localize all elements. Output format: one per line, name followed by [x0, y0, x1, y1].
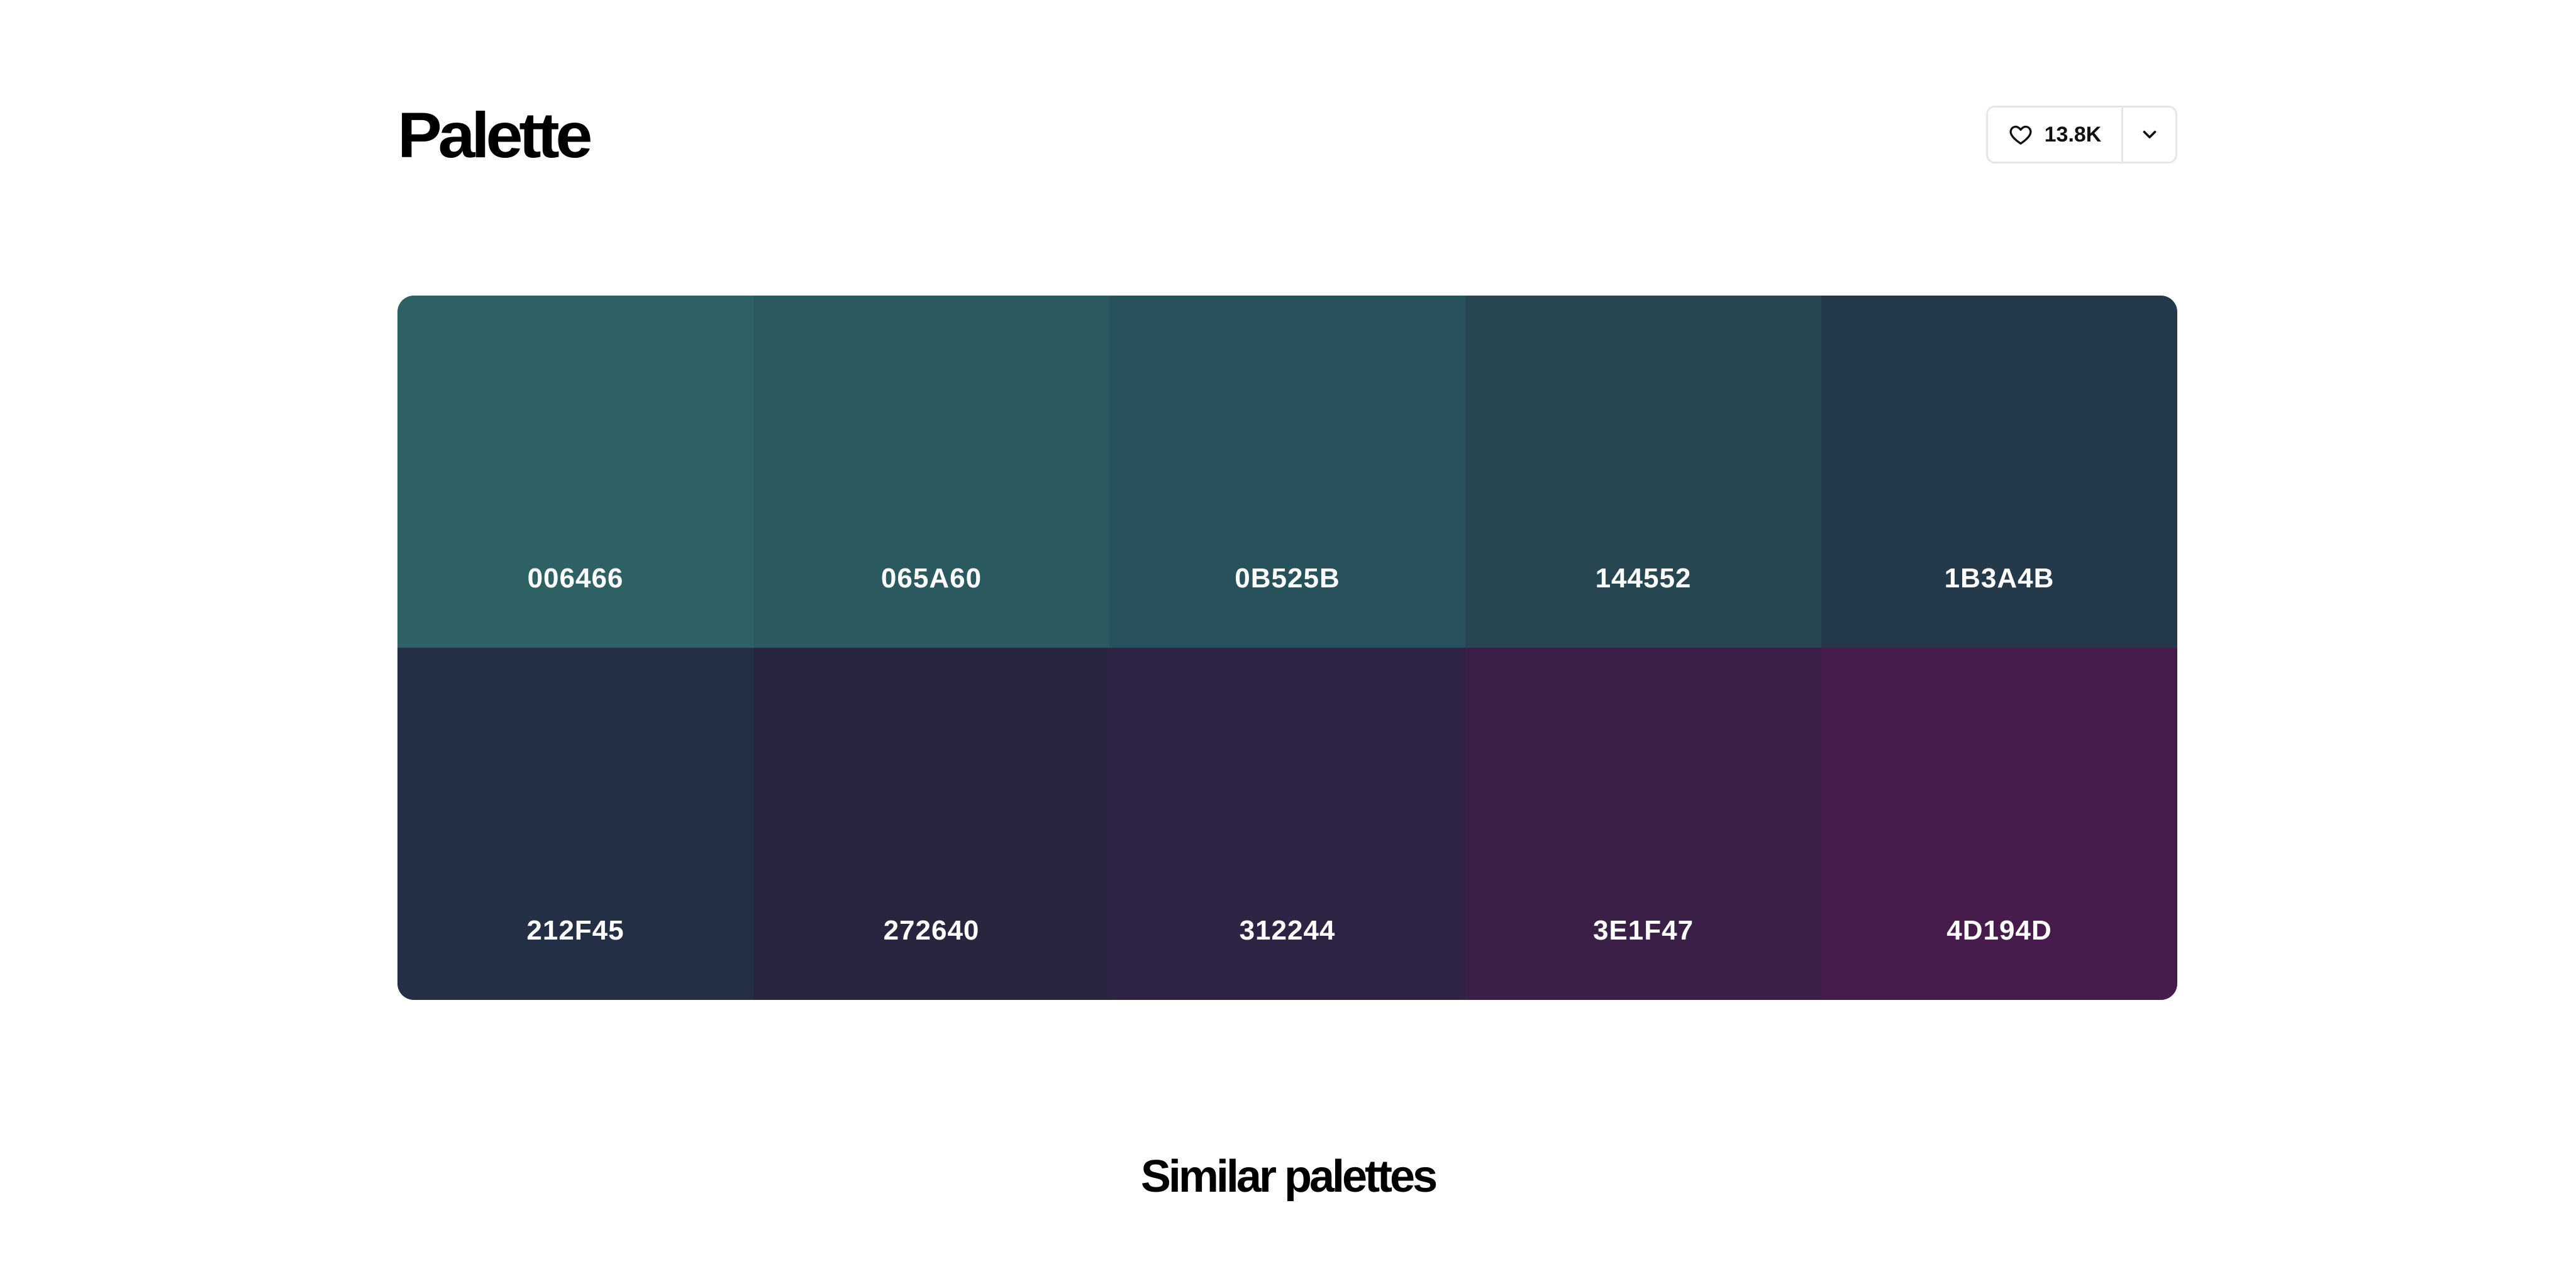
- like-button-group: 13.8K: [1986, 106, 2177, 164]
- color-swatch[interactable]: 0B525B: [1109, 296, 1465, 648]
- swatch-hex-label: 212F45: [526, 915, 625, 946]
- color-swatch[interactable]: 144552: [1465, 296, 1821, 648]
- color-swatch[interactable]: 4D194D: [1821, 648, 2177, 1000]
- color-swatch[interactable]: 212F45: [397, 648, 753, 1000]
- swatch-hex-label: 312244: [1239, 915, 1336, 946]
- swatch-hex-label: 065A60: [880, 563, 982, 594]
- swatch-hex-label: 4D194D: [1946, 915, 2052, 946]
- color-swatch[interactable]: 272640: [753, 648, 1109, 1000]
- swatch-hex-label: 144552: [1595, 563, 1692, 594]
- color-swatch[interactable]: 006466: [397, 296, 753, 648]
- chevron-down-icon: [2139, 124, 2160, 145]
- more-options-button[interactable]: [2123, 108, 2175, 162]
- swatch-hex-label: 0B525B: [1235, 563, 1340, 594]
- color-swatch[interactable]: 1B3A4B: [1821, 296, 2177, 648]
- swatch-hex-label: 1B3A4B: [1944, 563, 2055, 594]
- like-count: 13.8K: [2044, 123, 2102, 147]
- heart-icon: [2008, 122, 2033, 147]
- swatch-hex-label: 3E1F47: [1592, 915, 1694, 946]
- color-swatch[interactable]: 3E1F47: [1465, 648, 1821, 1000]
- swatch-hex-label: 272640: [883, 915, 980, 946]
- palette-grid: 006466 065A60 0B525B 144552 1B3A4B 212F4…: [397, 296, 2177, 1000]
- like-button[interactable]: 13.8K: [1988, 108, 2123, 162]
- color-swatch[interactable]: 065A60: [753, 296, 1109, 648]
- page-title: Palette: [397, 99, 592, 171]
- similar-palettes-heading: Similar palettes: [1140, 1151, 1438, 1202]
- color-swatch[interactable]: 312244: [1109, 648, 1465, 1000]
- swatch-hex-label: 006466: [527, 563, 624, 594]
